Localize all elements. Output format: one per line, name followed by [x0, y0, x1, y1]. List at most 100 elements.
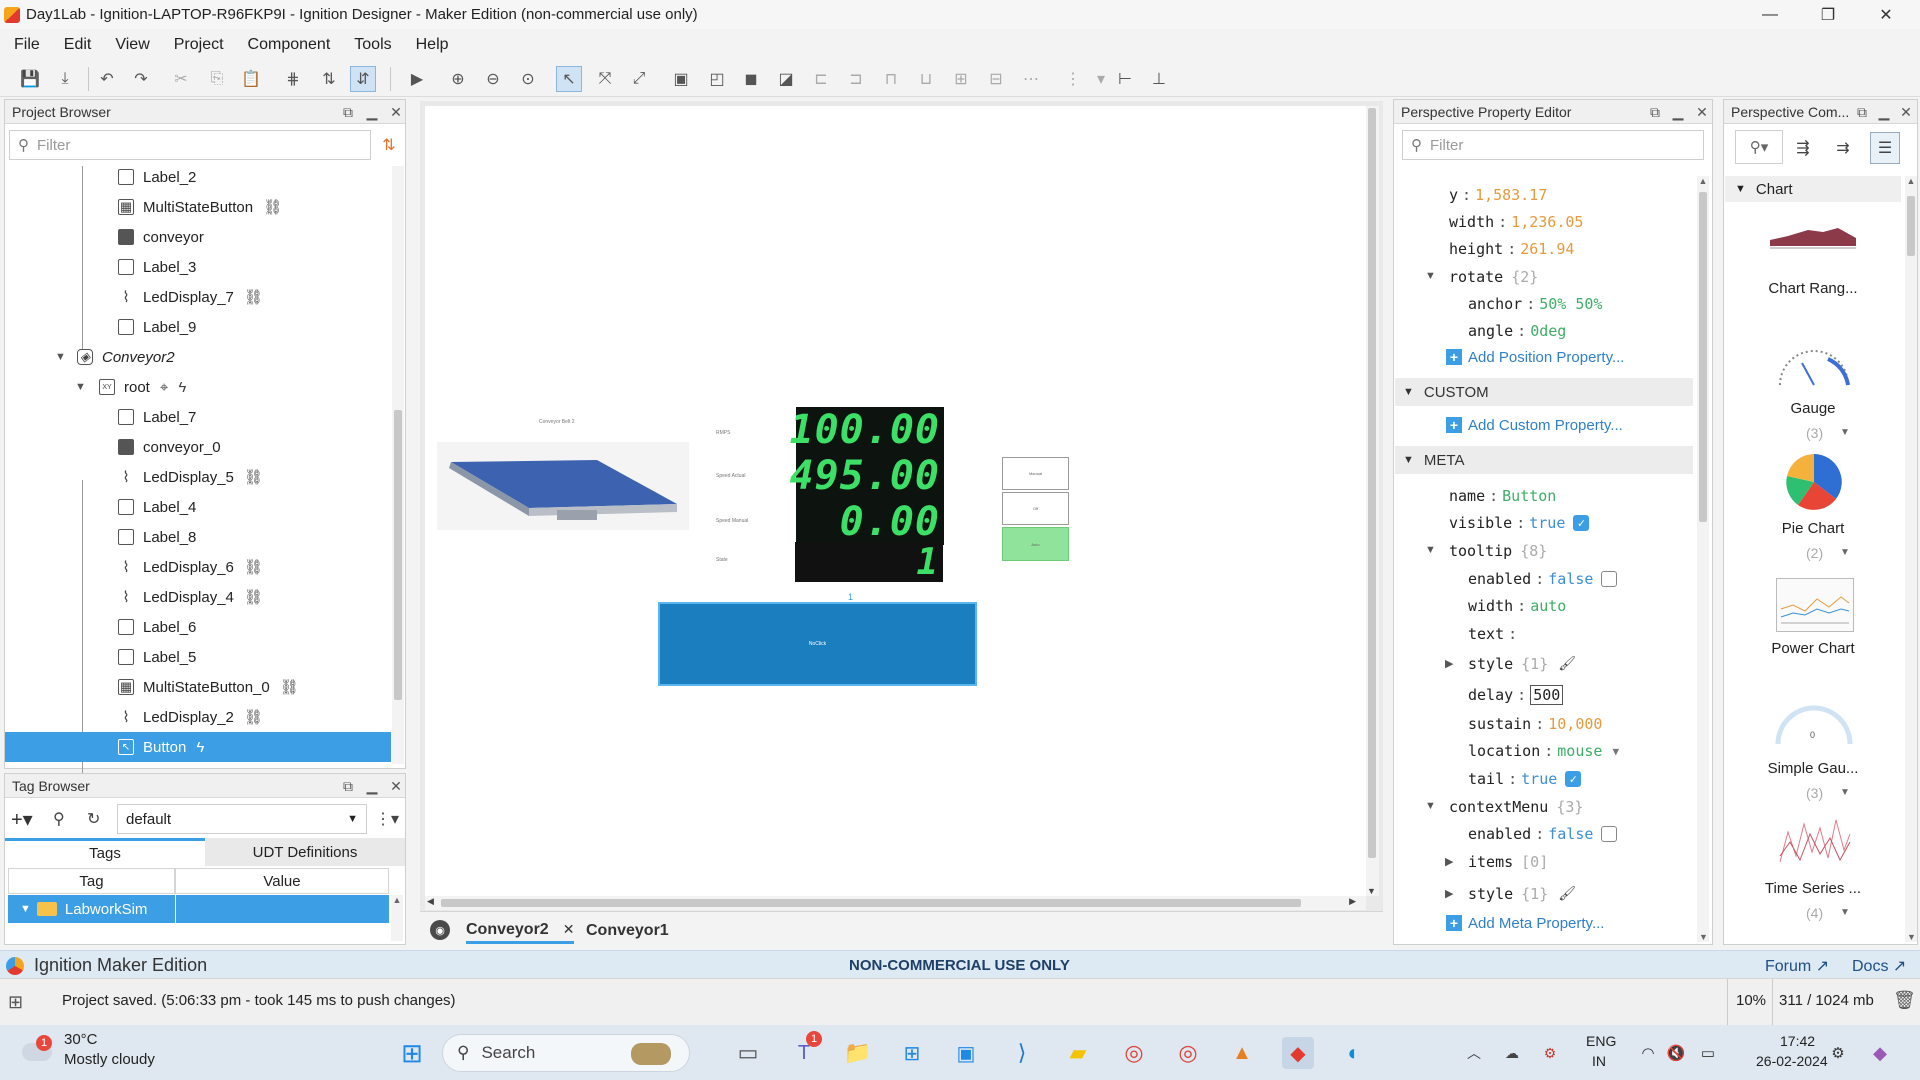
- scroll-left-icon[interactable]: ◀: [427, 896, 434, 907]
- close-button[interactable]: ✕: [1858, 0, 1914, 29]
- tree-item-conveyor[interactable]: conveyor: [5, 222, 391, 252]
- chevron-down-icon[interactable]: ▼: [1840, 787, 1850, 798]
- power-chart-thumbnail[interactable]: [1776, 578, 1854, 632]
- battery-icon[interactable]: ▭: [1692, 1037, 1724, 1069]
- close-panel-icon[interactable]: ✕: [1692, 102, 1712, 122]
- prop-contextmenu-items[interactable]: items [0]: [1468, 849, 1548, 875]
- close-panel-icon[interactable]: ✕: [386, 776, 406, 796]
- float-panel-icon[interactable]: ⧉: [1645, 102, 1665, 122]
- tab-tags[interactable]: Tags: [5, 838, 205, 866]
- prop-contextmenu-enabled[interactable]: enabled: false: [1468, 821, 1618, 847]
- align-top-icon[interactable]: ⊓: [878, 66, 904, 92]
- redo-icon[interactable]: ↷: [128, 66, 154, 92]
- expand-caret-icon[interactable]: ▶: [1445, 657, 1453, 670]
- prop-name[interactable]: name: Button: [1449, 483, 1556, 509]
- scroll-down-icon[interactable]: ▼: [1907, 932, 1916, 942]
- distribute-h-icon[interactable]: ⋯: [1018, 66, 1044, 92]
- snap-icon[interactable]: ⋕: [280, 66, 306, 92]
- bring-front-icon[interactable]: ◼: [738, 66, 764, 92]
- language-bottom[interactable]: IN: [1592, 1053, 1606, 1069]
- canvas-vertical-scrollbar[interactable]: ▼: [1365, 106, 1379, 896]
- canvas-horizontal-scrollbar[interactable]: ▶ ◀: [425, 896, 1366, 910]
- prop-visible[interactable]: visible: true ✓: [1449, 510, 1590, 536]
- distribute-v-icon[interactable]: ⋮: [1060, 66, 1086, 92]
- palette-search-button[interactable]: ⚲▾: [1735, 130, 1783, 164]
- scrollbar-thumb[interactable]: [394, 410, 402, 700]
- tree-item-leddisplay-6[interactable]: ⌇ LedDisplay_6 ⛓: [5, 552, 391, 582]
- notification-settings-icon[interactable]: ⚙: [1822, 1037, 1854, 1069]
- scrollbar-thumb[interactable]: [1699, 192, 1707, 522]
- copy-icon[interactable]: ⎘: [204, 66, 230, 92]
- menu-edit[interactable]: Edit: [56, 36, 100, 54]
- chrome-icon[interactable]: ◎: [1118, 1037, 1150, 1069]
- weather-widget[interactable]: 1: [22, 1035, 56, 1063]
- prop-tooltip-tail[interactable]: tail: true ✓: [1468, 766, 1582, 792]
- align-left-icon[interactable]: ⊏: [808, 66, 834, 92]
- selected-button-component[interactable]: NoClick: [658, 602, 977, 686]
- prop-y[interactable]: y:1,583.17: [1449, 182, 1547, 208]
- select-tool-icon[interactable]: ↖: [556, 66, 582, 92]
- column-header-tag[interactable]: Tag: [8, 868, 175, 894]
- palette-item-simple-gauge[interactable]: Simple Gau...: [1758, 760, 1868, 777]
- collapse-caret-icon[interactable]: ▼: [1403, 454, 1414, 466]
- prop-height[interactable]: height:261.94: [1449, 236, 1574, 262]
- section-meta[interactable]: ▼ META: [1395, 446, 1693, 474]
- pipe-tool-icon[interactable]: ⤢: [626, 66, 652, 92]
- float-panel-icon[interactable]: ⧉: [338, 102, 358, 122]
- tab-udt-definitions[interactable]: UDT Definitions: [205, 838, 405, 866]
- zoom-in-icon[interactable]: ⊕: [445, 66, 471, 92]
- scroll-up-icon[interactable]: ▲: [1905, 176, 1917, 186]
- manual-button[interactable]: Manual: [1002, 457, 1069, 490]
- prop-value[interactable]: 1,236.05: [1511, 213, 1583, 231]
- minimize-panel-icon[interactable]: ▁: [362, 776, 382, 796]
- simple-gauge-thumbnail[interactable]: 0: [1772, 700, 1856, 750]
- prop-value[interactable]: 10,000: [1548, 715, 1602, 733]
- prop-value[interactable]: 261.94: [1520, 240, 1574, 258]
- preview-play-icon[interactable]: ▶: [404, 66, 430, 92]
- led-display-rmps[interactable]: 100.00: [790, 407, 944, 453]
- prop-tooltip-enabled[interactable]: enabled: false: [1468, 566, 1618, 592]
- volume-muted-icon[interactable]: 🔇: [1660, 1037, 1692, 1069]
- tree-item-leddisplay-2[interactable]: ⌇ LedDisplay_2 ⛓: [5, 702, 391, 732]
- palette-item-time-series[interactable]: Time Series ...: [1758, 880, 1868, 897]
- tree-item-label-7[interactable]: Label_7: [5, 402, 391, 432]
- palette-item-gauge[interactable]: Gauge: [1758, 400, 1868, 417]
- expand-all-icon[interactable]: ⇶: [1788, 134, 1818, 162]
- vscode-icon[interactable]: ⟩: [1006, 1037, 1038, 1069]
- prop-value[interactable]: 50% 50%: [1539, 295, 1602, 313]
- menu-project[interactable]: Project: [166, 36, 232, 54]
- ungroup-icon[interactable]: ◰: [704, 66, 730, 92]
- tray-app-icon[interactable]: ☁: [1496, 1037, 1528, 1069]
- prop-tooltip-text[interactable]: text:: [1468, 621, 1521, 647]
- prop-angle[interactable]: angle:0deg: [1468, 318, 1566, 344]
- pie-chart-thumbnail[interactable]: [1784, 452, 1844, 512]
- palette-item-pie-chart[interactable]: Pie Chart: [1758, 520, 1868, 537]
- scroll-down-icon[interactable]: ▼: [1367, 886, 1376, 896]
- task-view-icon[interactable]: ▭: [732, 1037, 764, 1069]
- state-label[interactable]: State: [716, 557, 728, 563]
- speed-actual-label[interactable]: Speed Actual: [716, 473, 745, 479]
- forum-link[interactable]: Forum ↗: [1765, 956, 1829, 976]
- expand-caret-icon[interactable]: ▶: [1445, 855, 1453, 868]
- tree-item-leddisplay-7[interactable]: ⌇ LedDisplay_7 ⛓: [5, 282, 391, 312]
- palette-item-chart-range[interactable]: Chart Rang...: [1758, 280, 1868, 297]
- collapse-caret-icon[interactable]: ▼: [1735, 183, 1746, 195]
- add-custom-property-link[interactable]: + Add Custom Property...: [1446, 413, 1623, 437]
- tag-scrollbar[interactable]: ▲: [391, 895, 403, 941]
- prop-tooltip-sustain[interactable]: sustain:10,000: [1468, 711, 1602, 737]
- align-center-icon[interactable]: ⊐: [843, 66, 869, 92]
- paint-brush-icon[interactable]: 🖌: [1558, 886, 1576, 902]
- list-view-icon[interactable]: ☰: [1870, 132, 1900, 164]
- align-middle-icon[interactable]: ⊞: [948, 66, 974, 92]
- collapse-caret-icon[interactable]: ▼: [75, 381, 86, 393]
- garbage-collect-icon[interactable]: 🗑: [1893, 990, 1916, 1011]
- conveyor-image[interactable]: [437, 442, 689, 530]
- collapse-caret-icon[interactable]: ▼: [1425, 544, 1436, 556]
- project-filter-input[interactable]: ⚲ Filter: [9, 130, 371, 160]
- category-chart[interactable]: ▼ Chart: [1725, 176, 1901, 202]
- clock-time[interactable]: 17:42: [1780, 1033, 1815, 1049]
- chevron-down-icon[interactable]: ▼: [1840, 547, 1850, 558]
- minimize-panel-icon[interactable]: ▁: [1874, 102, 1894, 122]
- led-display-speed-manual[interactable]: 0.00: [796, 499, 944, 545]
- more-options-icon[interactable]: ⋮▾: [375, 806, 399, 832]
